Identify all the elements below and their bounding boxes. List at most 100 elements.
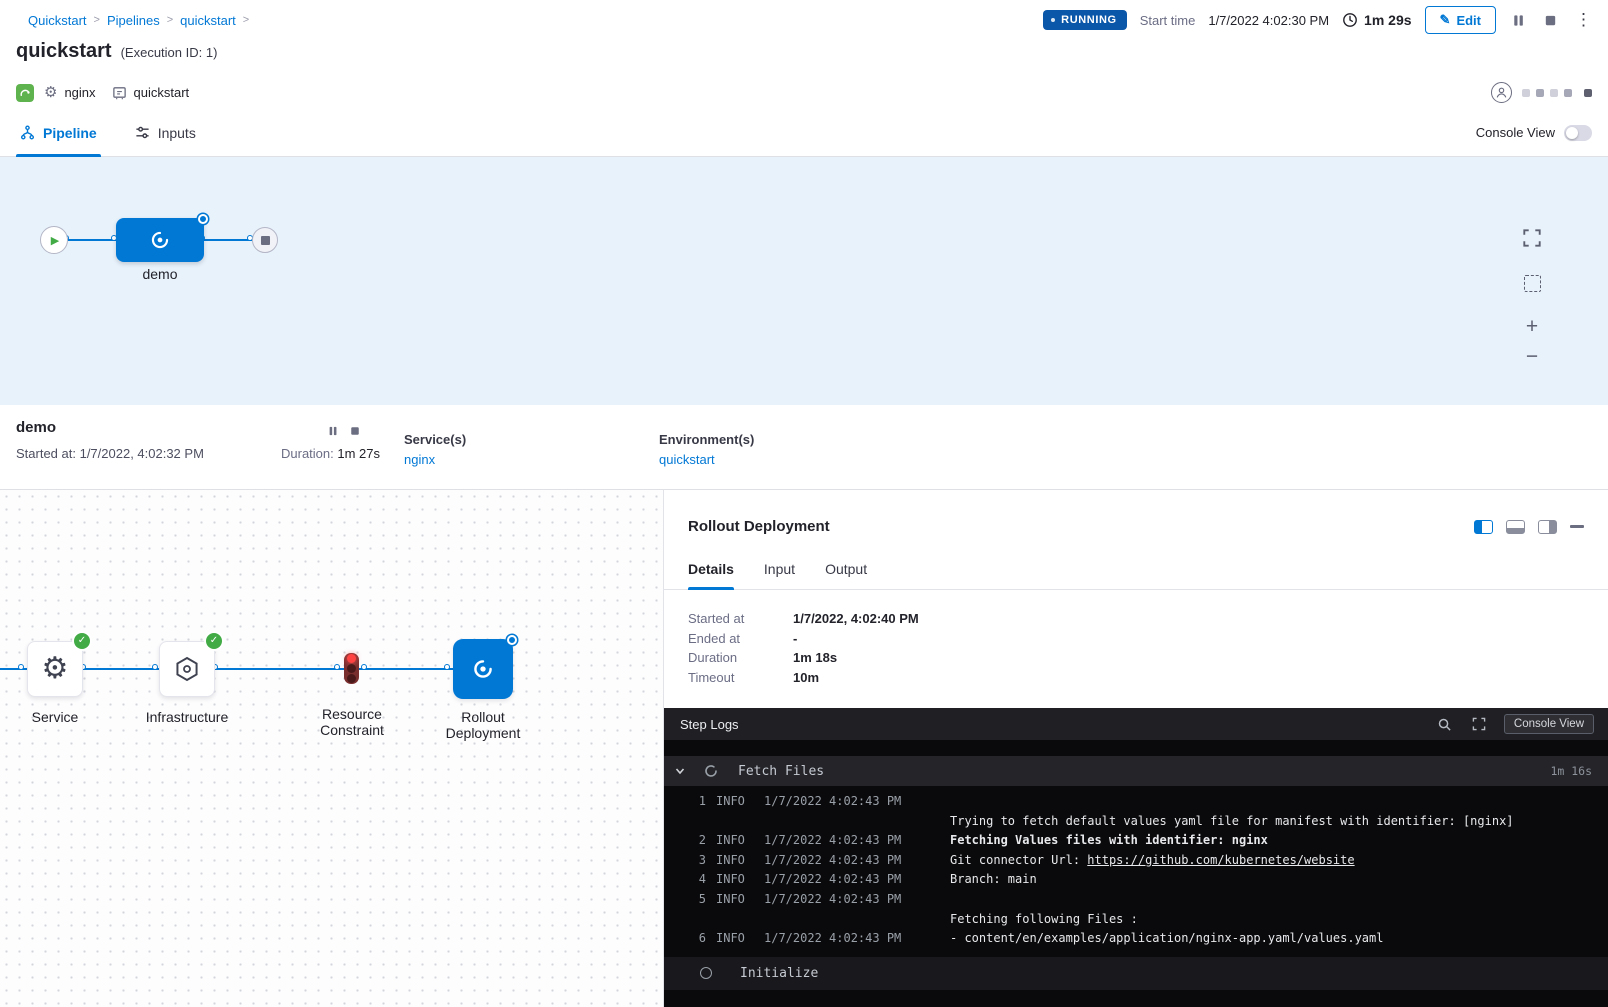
tab-pipeline-label: Pipeline — [43, 125, 97, 141]
log-message: Branch: main — [950, 870, 1592, 890]
detail-value: 1m 18s — [793, 651, 837, 665]
elapsed-value: 1m 29s — [1364, 12, 1411, 28]
step-node-resource-constraint[interactable] — [344, 653, 359, 684]
log-search-button[interactable] — [1435, 715, 1454, 734]
status-badge: RUNNING — [1043, 10, 1127, 30]
stage-pause-button[interactable] — [327, 425, 339, 440]
stage-connector-line — [68, 239, 116, 241]
service-meta-name: nginx — [64, 85, 95, 100]
more-options-button[interactable]: ⋮ — [1573, 8, 1594, 32]
top-bar: Quickstart > Pipelines > quickstart > RU… — [0, 0, 1608, 40]
cd-stage-icon — [147, 227, 173, 253]
pencil-icon: ✎ — [1440, 12, 1451, 28]
marquee-select-icon[interactable] — [1524, 275, 1541, 292]
zoom-in-button[interactable]: + — [1526, 317, 1538, 337]
zoom-out-button[interactable]: − — [1526, 347, 1538, 367]
connector-dot — [18, 664, 24, 670]
pending-circle-icon — [700, 967, 712, 979]
panel-layout-controls — [1474, 520, 1584, 534]
minimize-panel-icon[interactable] — [1570, 525, 1584, 528]
stop-icon — [349, 425, 361, 437]
pipeline-start-node[interactable]: ▶ — [40, 226, 68, 254]
duration-label: Duration: — [281, 446, 334, 461]
log-lines: 1 INFO 1/7/2022 4:02:43 PM Trying to fet… — [664, 786, 1608, 949]
stage-node-demo[interactable] — [116, 218, 204, 262]
detail-row: Timeout 10m — [688, 671, 1608, 685]
console-view-button[interactable]: Console View — [1504, 714, 1594, 734]
abort-execution-button[interactable] — [1541, 11, 1560, 30]
pause-icon — [327, 425, 339, 437]
step-details: Started at 1/7/2022, 4:02:40 PM Ended at… — [664, 590, 1608, 708]
step-node-label: Infrastructure — [132, 709, 242, 725]
service-meta: ⚙ nginx — [44, 85, 96, 100]
log-line-number: 4 — [688, 870, 706, 890]
top-bar-actions: RUNNING Start time 1/7/2022 4:02:30 PM 1… — [1043, 6, 1594, 34]
step-node-rollout-deployment[interactable] — [453, 639, 513, 699]
breadcrumb-pipelines[interactable]: Pipelines — [107, 13, 160, 28]
tab-inputs[interactable]: Inputs — [131, 109, 200, 156]
log-section-fetch-files[interactable]: Fetch Files 1m 16s — [664, 756, 1608, 786]
mini-step-indicator — [1564, 89, 1572, 97]
console-view-switch[interactable] — [1564, 125, 1592, 141]
log-section-name: Initialize — [740, 966, 818, 981]
detail-label: Ended at — [688, 632, 793, 646]
canvas-fullscreen-button[interactable] — [1519, 225, 1545, 251]
tab-input[interactable]: Input — [764, 561, 795, 589]
layout-bottom-icon[interactable] — [1506, 520, 1525, 534]
rollout-icon — [469, 655, 497, 683]
tab-inputs-label: Inputs — [158, 125, 196, 141]
page-title: quickstart — [16, 40, 112, 63]
step-logs-title: Step Logs — [680, 717, 739, 732]
stage-connector-line — [204, 239, 252, 241]
log-message: - content/en/examples/application/nginx-… — [950, 929, 1592, 949]
breadcrumb-project[interactable]: Quickstart — [28, 13, 87, 28]
log-line-number: 3 — [688, 851, 706, 871]
title-row: quickstart (Execution ID: 1) — [0, 40, 1608, 76]
pause-execution-button[interactable] — [1509, 11, 1528, 30]
service-link[interactable]: nginx — [404, 452, 466, 467]
breadcrumb-pipeline-name[interactable]: quickstart — [180, 13, 236, 28]
git-connector-link[interactable]: https://github.com/kubernetes/website — [1087, 853, 1354, 867]
stage-abort-button[interactable] — [349, 425, 361, 440]
layout-left-icon[interactable] — [1474, 520, 1493, 534]
detail-value: - — [793, 632, 797, 646]
breadcrumb-separator: > — [243, 14, 249, 26]
stage-started-at: Started at: 1/7/2022, 4:02:32 PM — [16, 446, 204, 461]
log-line: 3 INFO 1/7/2022 4:02:43 PM Git connector… — [664, 851, 1608, 871]
step-logs-console: Step Logs Console View — [664, 708, 1608, 1007]
mini-step-indicator — [1536, 89, 1544, 97]
detail-row: Ended at - — [688, 632, 1608, 646]
log-section-duration: 1m 16s — [1550, 764, 1592, 778]
log-timestamp: 1/7/2022 4:02:43 PM — [764, 831, 950, 851]
layout-right-icon[interactable] — [1538, 520, 1557, 534]
user-avatar[interactable] — [1491, 82, 1512, 103]
log-message — [950, 890, 1592, 910]
running-status-dot — [198, 214, 208, 224]
pipeline-end-node[interactable] — [252, 227, 278, 253]
status-badge-label: RUNNING — [1061, 14, 1117, 26]
step-node-infrastructure[interactable]: ✓ — [159, 641, 215, 697]
detail-label: Duration — [688, 651, 793, 665]
log-section-initialize[interactable]: Initialize — [664, 957, 1608, 990]
edit-button[interactable]: ✎ Edit — [1425, 6, 1496, 34]
log-fullscreen-button[interactable] — [1469, 714, 1489, 734]
log-message: Fetching following Files : — [950, 910, 1592, 930]
console-view-label: Console View — [1476, 125, 1555, 140]
detail-label: Started at — [688, 612, 793, 626]
tab-output[interactable]: Output — [825, 561, 867, 589]
environment-link[interactable]: quickstart — [659, 452, 754, 467]
log-timestamp: 1/7/2022 4:02:43 PM — [764, 792, 950, 812]
stop-icon — [1543, 13, 1558, 28]
log-level: INFO — [716, 831, 750, 851]
traffic-light-mid — [347, 664, 356, 673]
pipeline-stage-canvas: ▶ demo + − — [0, 157, 1608, 405]
log-level: INFO — [716, 890, 750, 910]
step-node-service[interactable]: ⚙ ✓ — [27, 641, 83, 697]
breadcrumb: Quickstart > Pipelines > quickstart > — [28, 13, 249, 28]
success-check-icon: ✓ — [206, 633, 222, 649]
tab-details[interactable]: Details — [688, 561, 734, 589]
log-level: INFO — [716, 870, 750, 890]
tab-pipeline[interactable]: Pipeline — [16, 109, 101, 156]
connector-dot — [444, 664, 450, 670]
step-logs-actions: Console View — [1435, 714, 1594, 734]
